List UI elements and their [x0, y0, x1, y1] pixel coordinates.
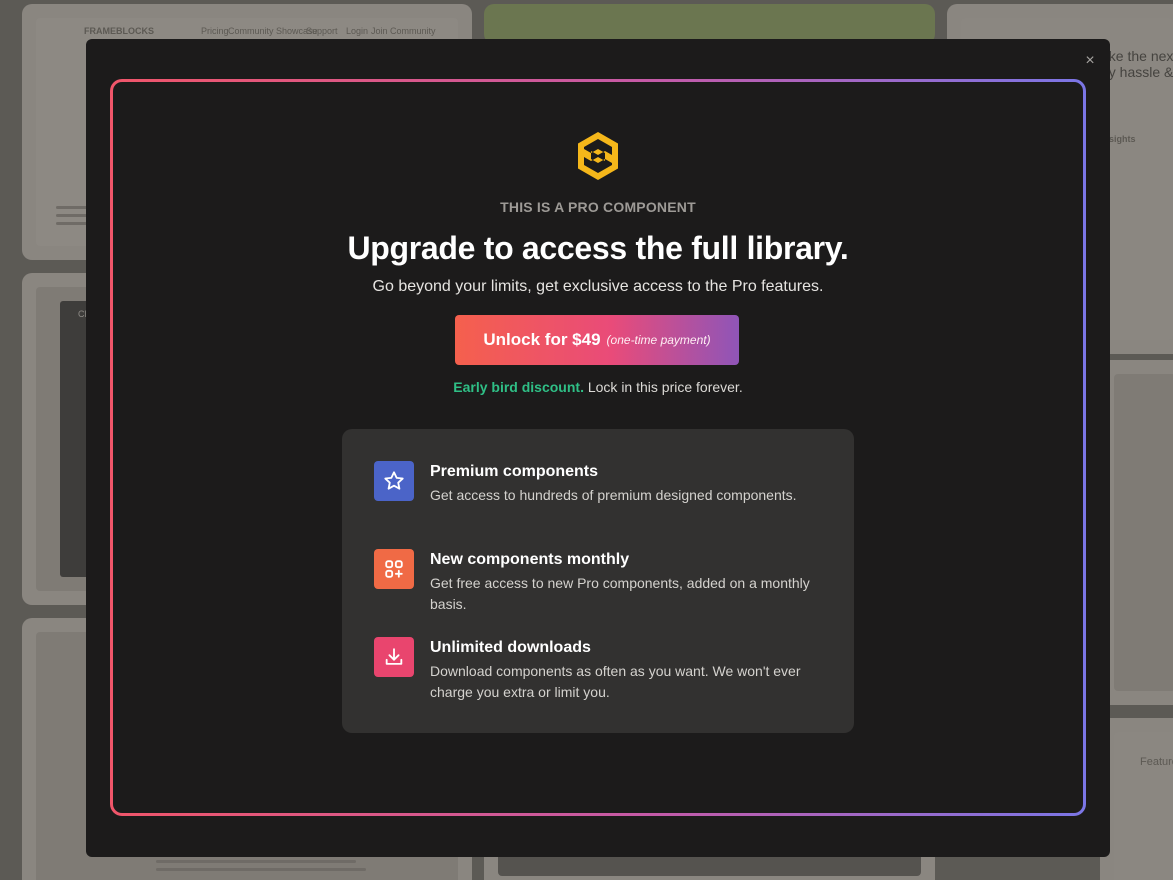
- bg-featured: Featured: [1140, 756, 1173, 768]
- unlock-button[interactable]: Unlock for $49 (one-time payment): [455, 315, 739, 365]
- features-card: Premium components Get access to hundred…: [342, 429, 854, 733]
- feature-title: New components monthly: [430, 551, 630, 568]
- feature-description: Get free access to new Pro components, a…: [430, 575, 810, 612]
- bg-card-right-mid[interactable]: [1100, 360, 1173, 705]
- bg-nav-brand: FRAMEBLOCKS: [84, 26, 154, 36]
- bg-nav-link: Support: [306, 26, 338, 36]
- bg-insights: sights: [1109, 134, 1136, 144]
- feature-title: Unlimited downloads: [430, 639, 591, 656]
- bg-nav-link: Pricing: [201, 26, 229, 36]
- bg-card-green[interactable]: [484, 4, 935, 44]
- pro-eyebrow: THIS IS A PRO COMPONENT: [500, 199, 696, 215]
- logo-icon: [578, 132, 618, 180]
- grid-plus-icon: [385, 560, 403, 578]
- page-title: Upgrade to access the full library.: [347, 230, 849, 266]
- unlock-button-label: Unlock for $49: [483, 330, 601, 349]
- bg-headline-right: ake the next ny hassle & g: [1101, 48, 1173, 80]
- modal-content: THIS IS A PRO COMPONENT Upgrade to acces…: [113, 82, 1083, 813]
- feature-item: New components monthly Get free access t…: [374, 549, 826, 615]
- discount-highlight: Early bird discount.: [453, 379, 584, 395]
- discount-text: Lock in this price forever.: [587, 379, 743, 395]
- download-icon: [385, 648, 403, 665]
- grid-plus-icon-badge: [374, 549, 414, 589]
- discount-line: Early bird discount. Lock in this price …: [113, 379, 1083, 395]
- gradient-frame: THIS IS A PRO COMPONENT Upgrade to acces…: [110, 79, 1086, 816]
- star-icon-badge: [374, 461, 414, 501]
- close-icon[interactable]: ×: [1085, 52, 1094, 69]
- unlock-button-note: (one-time payment): [606, 333, 711, 347]
- bg-nav-link: Community Showcase: [228, 26, 318, 36]
- star-icon: [384, 471, 404, 490]
- subheadline: Go beyond your limits, get exclusive acc…: [372, 278, 824, 295]
- bg-login: Login: [346, 26, 369, 36]
- download-icon-badge: [374, 637, 414, 677]
- close-button[interactable]: ×: [1080, 51, 1100, 71]
- bg-card-right-bottom[interactable]: Featured: [1100, 718, 1173, 880]
- feature-item: Unlimited downloads Download components …: [374, 637, 826, 703]
- feature-item: Premium components Get access to hundred…: [374, 461, 826, 506]
- feature-description: Get access to hundreds of premium design…: [430, 487, 797, 503]
- bg-join: Join Community: [371, 26, 436, 36]
- upgrade-modal: × THIS IS A PRO COMPONENT Upgrade to acc…: [86, 39, 1110, 857]
- feature-title: Premium components: [430, 463, 599, 480]
- feature-description: Download components as often as you want…: [430, 663, 801, 700]
